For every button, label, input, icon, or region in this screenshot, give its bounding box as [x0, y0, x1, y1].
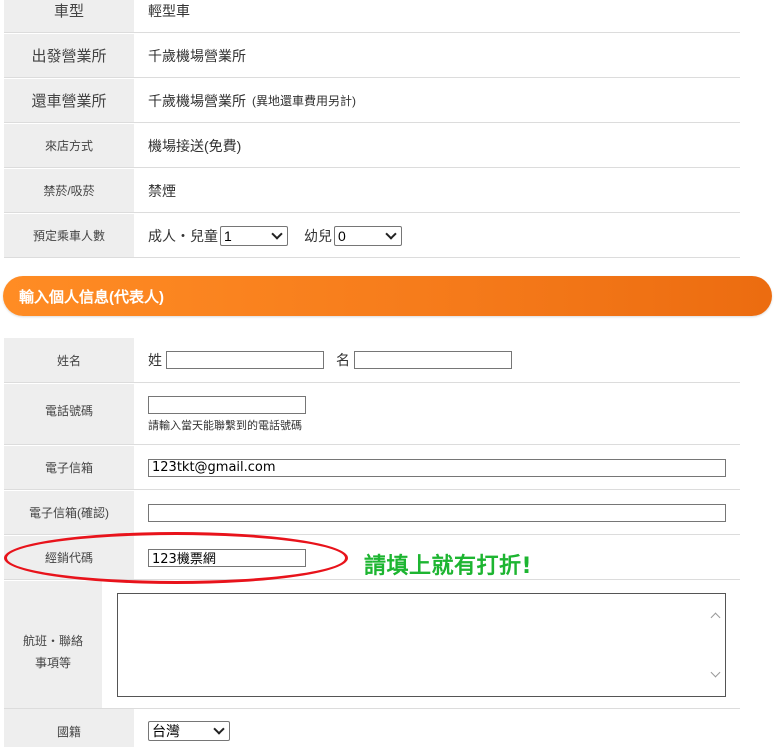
passengers-value: 成人・兒童 1 幼兒 0 — [134, 214, 740, 258]
textarea-scrollbar[interactable] — [708, 594, 725, 696]
scroll-down-icon — [710, 667, 721, 678]
adult-count-value: 1 — [224, 227, 232, 244]
row-name: 姓名 姓 名 — [4, 338, 740, 384]
phone-input[interactable] — [148, 395, 306, 414]
smoking-value: 禁煙 — [134, 169, 740, 213]
return-label: 還車營業所 — [4, 79, 134, 123]
row-smoking: 禁菸/吸菸 禁煙 — [4, 169, 740, 214]
flight-label-line1: 航班・聯絡 — [22, 633, 83, 648]
given-name-label: 名 — [336, 352, 350, 368]
row-email: 電子信箱 123tkt@gmail.com — [4, 446, 740, 491]
chevron-down-icon — [385, 227, 397, 240]
phone-label: 電話號碼 — [4, 384, 134, 445]
adult-label: 成人・兒童 — [148, 227, 218, 244]
name-label: 姓名 — [4, 338, 134, 383]
flight-label-line2: 事項等 — [34, 655, 71, 670]
email-confirm-input[interactable] — [148, 503, 726, 522]
car-type-value: 輕型車 — [134, 0, 740, 33]
chevron-down-icon — [213, 723, 225, 735]
infant-count-value: 0 — [338, 227, 346, 244]
email-input[interactable]: 123tkt@gmail.com — [148, 458, 726, 477]
flight-label: 航班・聯絡 事項等 — [4, 581, 102, 709]
personal-info-banner: 輸入個人信息(代表人) — [3, 276, 772, 316]
adult-count-select[interactable]: 1 — [220, 225, 288, 246]
return-fee-note: (異地還車費用另計) — [252, 94, 356, 108]
name-value: 姓 名 — [134, 338, 740, 383]
departure-label: 出發營業所 — [4, 34, 134, 78]
passengers-label: 預定乘車人數 — [4, 214, 134, 258]
infant-count-select[interactable]: 0 — [334, 225, 402, 246]
discount-annotation: 請填上就有打折! — [364, 554, 533, 579]
return-office: 千歲機場營業所 — [148, 92, 246, 109]
email-value: 123tkt@gmail.com — [134, 446, 740, 490]
nationality-select[interactable]: 台灣 — [148, 721, 230, 741]
row-departure: 出發營業所 千歲機場營業所 — [4, 34, 740, 79]
smoking-label: 禁菸/吸菸 — [4, 169, 134, 213]
surname-input[interactable] — [166, 351, 324, 369]
nationality-label: 國籍 — [4, 709, 134, 747]
arrival-label: 來店方式 — [4, 124, 134, 168]
annotation-circle — [4, 532, 348, 584]
row-return: 還車營業所 千歲機場營業所 (異地還車費用另計) — [4, 79, 740, 124]
row-car-type: 車型 輕型車 — [4, 0, 740, 34]
row-phone: 電話號碼 請輸入當天能聯繫到的電話號碼 — [4, 384, 740, 446]
departure-value: 千歲機場營業所 — [134, 34, 740, 78]
scroll-up-icon — [710, 612, 721, 623]
row-email-confirm: 電子信箱(確認) — [4, 491, 740, 536]
infant-label: 幼兒 — [304, 227, 332, 244]
row-passengers: 預定乘車人數 成人・兒童 1 幼兒 0 — [4, 214, 740, 259]
arrival-value: 機場接送(免費) — [134, 124, 740, 168]
return-value: 千歲機場營業所 (異地還車費用另計) — [134, 79, 740, 123]
surname-label: 姓 — [148, 352, 162, 368]
flight-notes-textarea[interactable] — [117, 593, 726, 697]
email-label: 電子信箱 — [4, 446, 134, 490]
email-confirm-value — [134, 491, 740, 535]
chevron-down-icon — [271, 227, 283, 240]
phone-hint: 請輸入當天能聯繫到的電話號碼 — [148, 419, 302, 432]
car-type-label: 車型 — [4, 0, 134, 33]
row-arrival: 來店方式 機場接送(免費) — [4, 124, 740, 169]
given-name-input[interactable] — [354, 351, 512, 369]
email-confirm-label: 電子信箱(確認) — [4, 491, 134, 535]
nationality-value: 台灣 — [134, 709, 740, 747]
phone-value: 請輸入當天能聯繫到的電話號碼 — [134, 384, 740, 445]
nationality-select-value: 台灣 — [152, 723, 180, 739]
row-nationality: 國籍 台灣 — [4, 709, 740, 747]
rental-details-table: 車型 輕型車 出發營業所 千歲機場營業所 還車營業所 千歲機場營業所 (異地還車… — [4, 0, 740, 259]
